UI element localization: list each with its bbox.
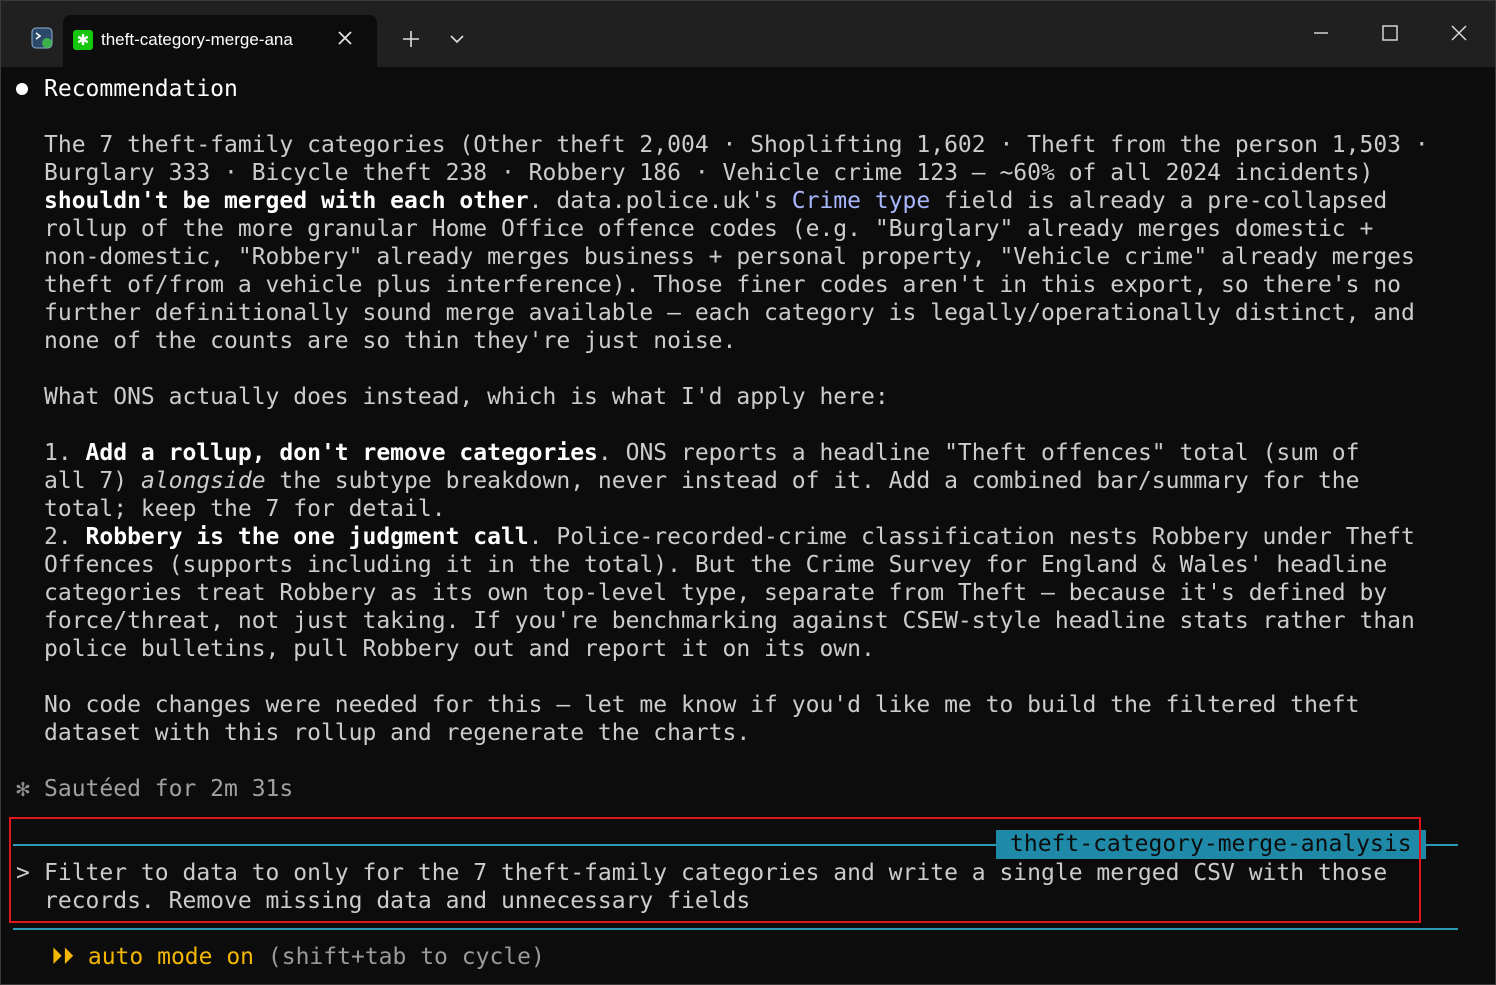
fast-forward-icon: ⏵⏵ bbox=[51, 944, 74, 970]
para1-line4: rollup of the more granular Home Office … bbox=[44, 216, 1374, 242]
emphasis-text: Add a rollup, don't remove categories bbox=[85, 440, 598, 466]
maximize-icon[interactable] bbox=[1378, 21, 1402, 45]
tab-title: theft-category-merge-ana bbox=[101, 30, 293, 49]
item1-line3: total; keep the 7 for detail. bbox=[44, 496, 446, 522]
terminal-window: ✱ theft-category-merge-ana Recommendatio… bbox=[0, 0, 1496, 985]
terminal-output[interactable]: Recommendation The 7 theft-family catego… bbox=[1, 67, 1495, 984]
emphasis-text: Robbery is the one judgment call bbox=[85, 524, 529, 550]
chevron-down-icon[interactable] bbox=[447, 29, 467, 49]
minimize-icon[interactable] bbox=[1309, 21, 1333, 45]
italic-text: alongside bbox=[140, 468, 266, 494]
para3-line1: No code changes were needed for this — l… bbox=[44, 692, 1360, 718]
message-bullet bbox=[16, 83, 28, 95]
input-bottom-rule bbox=[13, 928, 1458, 930]
tab-active[interactable]: ✱ theft-category-merge-ana bbox=[63, 15, 377, 67]
window-close-icon[interactable] bbox=[1447, 21, 1471, 45]
close-icon[interactable] bbox=[333, 26, 357, 50]
para1-line2: Burglary 333 · Bicycle theft 238 · Robbe… bbox=[44, 160, 1374, 186]
list-number: 1. bbox=[44, 440, 86, 466]
text-segment: . Police-recorded-crime classification n… bbox=[528, 524, 1415, 550]
para2-line: What ONS actually does instead, which is… bbox=[44, 384, 889, 410]
text-segment: field is already a pre-collapsed bbox=[930, 188, 1388, 214]
plus-icon[interactable] bbox=[399, 27, 423, 51]
highlight-box bbox=[9, 817, 1421, 923]
para3-line2: dataset with this rollup and regenerate … bbox=[44, 720, 751, 746]
item1-line1: 1. Add a rollup, don't remove categories… bbox=[44, 439, 1360, 467]
para1-line1: The 7 theft-family categories (Other the… bbox=[44, 132, 1429, 158]
para1-line7: further definitionally sound merge avail… bbox=[44, 300, 1415, 326]
list-number: 2. bbox=[44, 524, 86, 550]
item2-line1: 2. Robbery is the one judgment call. Pol… bbox=[44, 523, 1415, 551]
response-heading: Recommendation bbox=[44, 76, 238, 102]
mode-label: auto mode on bbox=[87, 944, 255, 970]
terminal-app-icon[interactable] bbox=[31, 27, 53, 49]
code-span: Crime type bbox=[791, 188, 931, 214]
item2-line3: categories treat Robbery as its own top-… bbox=[44, 580, 1388, 606]
title-bar: ✱ theft-category-merge-ana bbox=[1, 1, 1495, 67]
mode-indicator[interactable]: ⏵⏵ auto mode on (shift+tab to cycle) bbox=[51, 943, 545, 971]
para1-line3: shouldn't be merged with each other. dat… bbox=[44, 187, 1387, 215]
mode-hint: (shift+tab to cycle) bbox=[267, 944, 545, 970]
item2-line4: force/threat, not just taking. If you're… bbox=[44, 608, 1415, 634]
emphasis-text: shouldn't be merged with each other bbox=[44, 188, 529, 214]
item1-line2: all 7) alongside the subtype breakdown, … bbox=[44, 467, 1360, 495]
status-text: Sautéed for 2m 31s bbox=[44, 776, 294, 802]
item2-line2: Offences (supports including it in the t… bbox=[44, 552, 1388, 578]
para1-line5: non-domestic, "Robbery" already merges b… bbox=[44, 244, 1415, 270]
para1-line6: theft of/from a vehicle plus interferenc… bbox=[44, 272, 1402, 298]
para1-line8: none of the counts are so thin they're j… bbox=[44, 328, 737, 354]
spinner-star-icon: ✻ bbox=[16, 776, 30, 802]
text-segment: the subtype breakdown, never instead of … bbox=[265, 468, 1360, 494]
asterisk-icon: ✱ bbox=[73, 30, 93, 50]
item2-line5: police bulletins, pull Robbery out and r… bbox=[44, 636, 875, 662]
text-segment: . data.police.uk's bbox=[528, 188, 792, 214]
text-segment: . ONS reports a headline "Theft offences… bbox=[597, 440, 1360, 466]
text-segment: all 7) bbox=[44, 468, 141, 494]
